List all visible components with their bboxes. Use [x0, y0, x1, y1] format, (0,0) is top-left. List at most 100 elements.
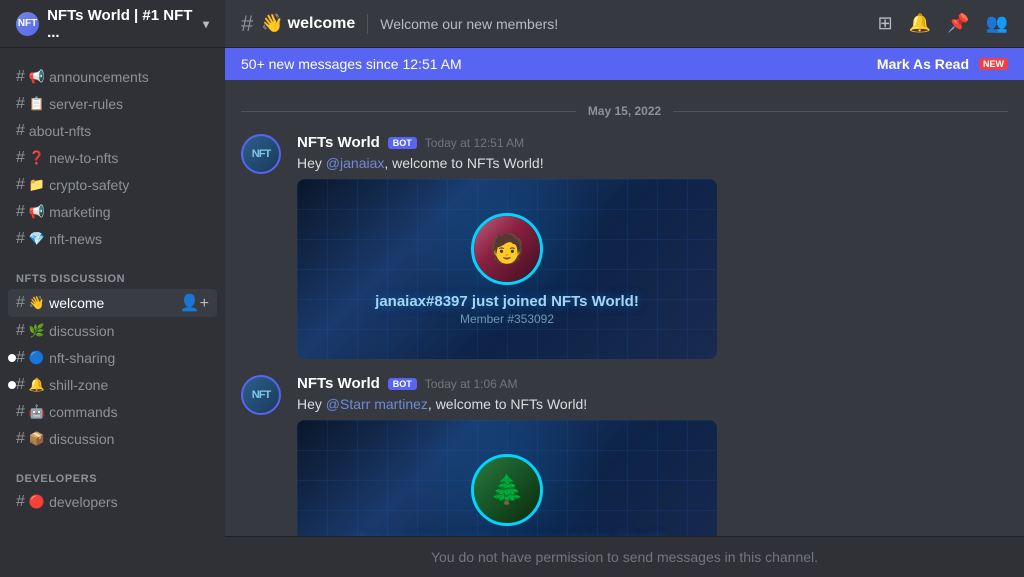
channel-item-discussion-1[interactable]: # 🌿 discussion [8, 318, 217, 344]
no-permission-text: You do not have permission to send messa… [431, 549, 818, 565]
date-divider-text: May 15, 2022 [576, 104, 673, 118]
message-group-1: NFT NFTs World BOT Today at 12:51 AM Hey… [241, 134, 1008, 359]
section-label-nfts-discussion: NFTS DISCUSSION [8, 273, 217, 285]
hash-icon: # [16, 122, 25, 140]
card-text-area-1: janaiax#8397 just joined NFTs World! Mem… [375, 293, 639, 326]
hash-icon: # [16, 68, 25, 86]
channel-header: # 👋 welcome Welcome our new members! ⊞ 🔔… [225, 0, 1024, 48]
hash-icon: # [16, 403, 25, 421]
channel-name: discussion [49, 431, 114, 447]
card-join-text-1: janaiax#8397 just joined NFTs World! [375, 293, 639, 310]
card-join-text-2: Starr martinez#7397 just joined NFTs Wor… [350, 534, 664, 537]
member-list-icon[interactable]: 👥 [986, 13, 1008, 34]
hash-icon: # [16, 149, 25, 167]
hash-icon: # [16, 430, 25, 448]
notification-dot [8, 354, 16, 362]
server-header[interactable]: NFT NFTs World | #1 NFT ... ▾ [0, 0, 225, 48]
nft-world-avatar-2: NFT [241, 375, 281, 415]
bot-badge-2: BOT [388, 378, 417, 390]
channel-name: commands [49, 404, 117, 420]
pin-icon[interactable]: 📌 [947, 13, 969, 34]
channel-name: crypto-safety [49, 177, 129, 193]
message-author-2: NFTs World [297, 375, 380, 392]
channel-name: developers [49, 494, 118, 510]
message-text-1: Hey @janaiax, welcome to NFTs World! [297, 155, 1008, 171]
nft-world-avatar-1: NFT [241, 134, 281, 174]
new-badge: NEW [979, 58, 1008, 70]
header-description: Welcome our new members! [380, 16, 558, 32]
notification-settings-icon[interactable]: 🔔 [909, 13, 931, 34]
channel-name: nft-news [49, 231, 102, 247]
message-content-2: NFTs World BOT Today at 1:06 AM Hey @Sta… [297, 375, 1008, 536]
channel-name: marketing [49, 204, 110, 220]
server-name: NFTs World | #1 NFT ... [47, 7, 203, 41]
mark-as-read-button[interactable]: Mark As Read NEW [877, 56, 1008, 72]
channel-name: new-to-nfts [49, 150, 118, 166]
mention-1: @janaiax [326, 155, 385, 171]
hash-icon: # [16, 493, 25, 511]
mark-as-read-label: Mark As Read [877, 56, 969, 72]
channel-item-crypto-safety[interactable]: # 📁 crypto-safety [8, 172, 217, 198]
card-text-area-2: Starr martinez#7397 just joined NFTs Wor… [350, 534, 664, 537]
card-member-text-1: Member #353092 [375, 312, 639, 326]
welcome-card-2: 🌲 Starr martinez#7397 just joined NFTs W… [297, 420, 717, 536]
messages-area: May 15, 2022 NFT NFTs World BOT Today at… [225, 80, 1024, 536]
date-divider: May 15, 2022 [241, 104, 1008, 118]
mention-2: @Starr martinez [326, 396, 428, 412]
welcome-card-1: 🧑 janaiax#8397 just joined NFTs World! M… [297, 179, 717, 359]
banner-text: 50+ new messages since 12:51 AM [241, 56, 877, 72]
message-author-1: NFTs World [297, 134, 380, 151]
channel-name: discussion [49, 323, 114, 339]
channel-name: welcome [49, 295, 104, 311]
hash-icon: # [16, 176, 25, 194]
no-permission-bar: You do not have permission to send messa… [225, 536, 1024, 577]
header-channel-name: welcome [288, 15, 356, 33]
section-label-developers: DEVELOPERS [8, 473, 217, 485]
bot-badge-1: BOT [388, 137, 417, 149]
server-icon-text: NFT [18, 18, 37, 29]
header-icons: ⊞ 🔔 📌 👥 [878, 13, 1008, 34]
channel-item-welcome[interactable]: # 👋 welcome 👤+ [8, 289, 217, 317]
nfts-discussion-section: NFTS DISCUSSION # 👋 welcome 👤+ # 🌿 discu… [0, 257, 225, 457]
message-header-2: NFTs World BOT Today at 1:06 AM [297, 375, 1008, 392]
chevron-down-icon: ▾ [203, 17, 209, 31]
channel-item-developers[interactable]: # 🔴 developers [8, 489, 217, 515]
notification-dot [8, 381, 16, 389]
channel-item-commands[interactable]: # 🤖 commands [8, 399, 217, 425]
card-avatar-1: 🧑 [471, 213, 543, 285]
card-avatar-2: 🌲 [471, 454, 543, 526]
welcome-card-bg-2: 🌲 Starr martinez#7397 just joined NFTs W… [297, 420, 717, 536]
channel-item-shill-zone[interactable]: # 🔔 shill-zone [8, 372, 217, 398]
channel-item-announcements[interactable]: # 📢 announcements [8, 64, 217, 90]
message-group-2: NFT NFTs World BOT Today at 1:06 AM Hey … [241, 375, 1008, 536]
channel-item-marketing[interactable]: # 📢 marketing [8, 199, 217, 225]
top-channels-section: # 📢 announcements # 📋 server-rules # abo… [0, 48, 225, 257]
hash-icon: # [16, 95, 25, 113]
channel-item-nft-news[interactable]: # 💎 nft-news [8, 226, 217, 252]
message-timestamp-2: Today at 1:06 AM [425, 377, 518, 391]
channel-item-new-to-nfts[interactable]: # ❓ new-to-nfts [8, 145, 217, 171]
channel-name: announcements [49, 69, 149, 85]
message-header-1: NFTs World BOT Today at 12:51 AM [297, 134, 1008, 151]
channel-item-discussion-2[interactable]: # 📦 discussion [8, 426, 217, 452]
welcome-card-bg-1: 🧑 janaiax#8397 just joined NFTs World! M… [297, 179, 717, 359]
message-text-2: Hey @Starr martinez, welcome to NFTs Wor… [297, 396, 1008, 412]
channel-item-about-nfts[interactable]: # about-nfts [8, 118, 217, 144]
search-threads-icon[interactable]: ⊞ [878, 13, 893, 34]
add-user-icon[interactable]: 👤+ [180, 293, 209, 313]
new-messages-banner[interactable]: 50+ new messages since 12:51 AM Mark As … [225, 48, 1024, 80]
channel-item-nft-sharing[interactable]: # 🔵 nft-sharing [8, 345, 217, 371]
channel-item-server-rules[interactable]: # 📋 server-rules [8, 91, 217, 117]
header-divider [367, 14, 368, 34]
hash-icon: # [16, 230, 25, 248]
channel-name: server-rules [49, 96, 123, 112]
channel-name: about-nfts [29, 123, 91, 139]
message-timestamp-1: Today at 12:51 AM [425, 136, 524, 150]
sidebar: NFT NFTs World | #1 NFT ... ▾ # 📢 announ… [0, 0, 225, 577]
message-content-1: NFTs World BOT Today at 12:51 AM Hey @ja… [297, 134, 1008, 359]
hash-icon: # [16, 376, 25, 394]
channel-name: shill-zone [49, 377, 108, 393]
hash-icon: # [16, 294, 25, 312]
channel-emoji: 👋 [261, 13, 283, 34]
developers-section: DEVELOPERS # 🔴 developers [0, 457, 225, 520]
